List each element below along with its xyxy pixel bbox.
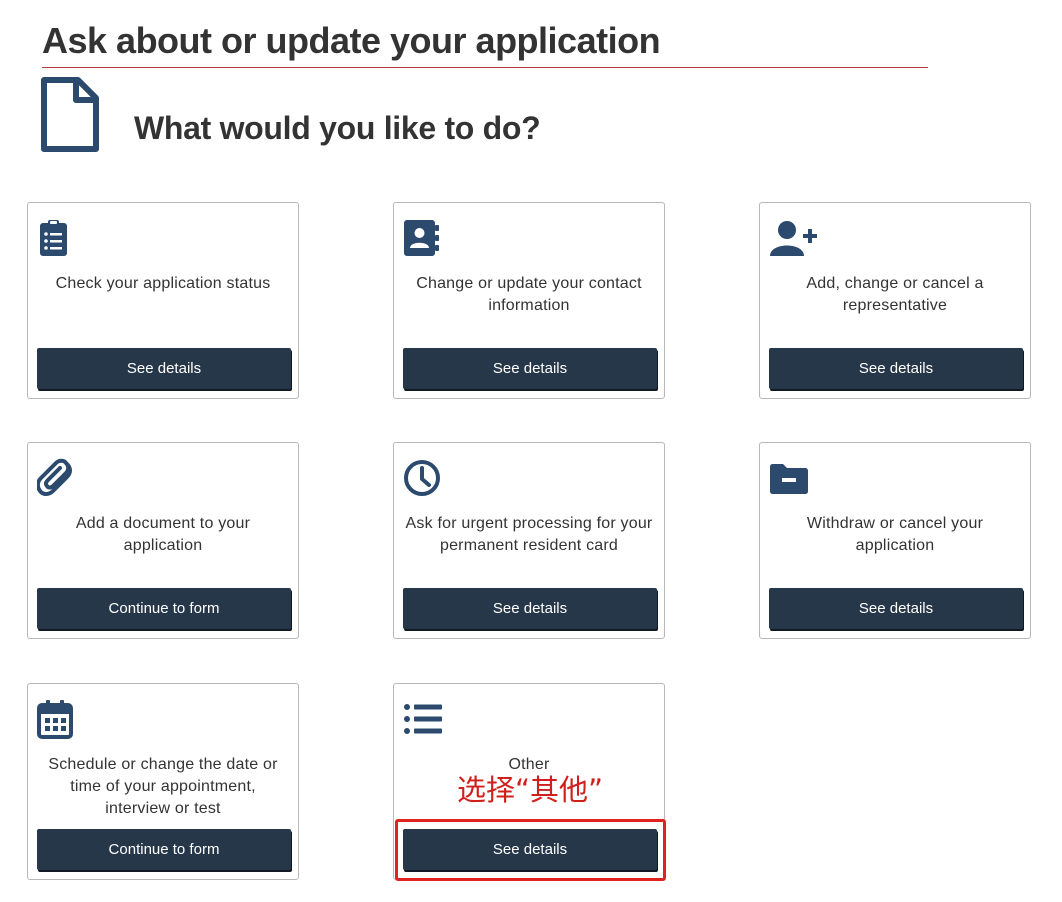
clipboard-list-icon [40, 220, 67, 256]
card-urgent-processing: Ask for urgent processing for your perma… [393, 442, 665, 639]
card-label: Add a document to your application [75, 515, 251, 554]
see-details-button[interactable]: See details [769, 588, 1023, 629]
card-label: Schedule or change the date or time of y… [48, 756, 278, 817]
card-contact-info: Change or update your contact informatio… [393, 202, 665, 399]
clock-icon [404, 460, 440, 496]
address-book-icon [404, 220, 439, 256]
see-details-button[interactable]: See details [769, 348, 1023, 389]
document-icon [41, 77, 99, 152]
list-icon [404, 704, 442, 734]
see-details-button[interactable]: See details [403, 348, 657, 389]
annotation-highlight-box [395, 819, 666, 881]
folder-minus-icon [770, 464, 808, 494]
card-label: Ask for urgent processing for your perma… [405, 515, 653, 554]
card-label: Check your application status [55, 275, 271, 292]
see-details-button[interactable]: See details [403, 588, 657, 629]
card-appointment: Schedule or change the date or time of y… [27, 683, 299, 880]
card-check-status: Check your application status See detail… [27, 202, 299, 399]
continue-to-form-button[interactable]: Continue to form [37, 829, 291, 870]
continue-to-form-button[interactable]: Continue to form [37, 588, 291, 629]
card-label: Add, change or cancel a representative [806, 275, 984, 314]
calendar-icon [37, 700, 73, 739]
user-plus-icon [770, 221, 817, 256]
title-divider [42, 67, 928, 68]
page-title: Ask about or update your application [42, 20, 661, 61]
annotation-text: 选择“其他” [456, 773, 604, 807]
card-representative: Add, change or cancel a representative S… [759, 202, 1031, 399]
card-label: Withdraw or cancel your application [806, 515, 984, 554]
card-add-document: Add a document to your application Conti… [27, 442, 299, 639]
card-label: Change or update your contact informatio… [416, 275, 642, 314]
paperclip-icon [37, 458, 72, 496]
page-subtitle: What would you like to do? [134, 110, 541, 146]
card-withdraw: Withdraw or cancel your application See … [759, 442, 1031, 639]
see-details-button[interactable]: See details [37, 348, 291, 389]
